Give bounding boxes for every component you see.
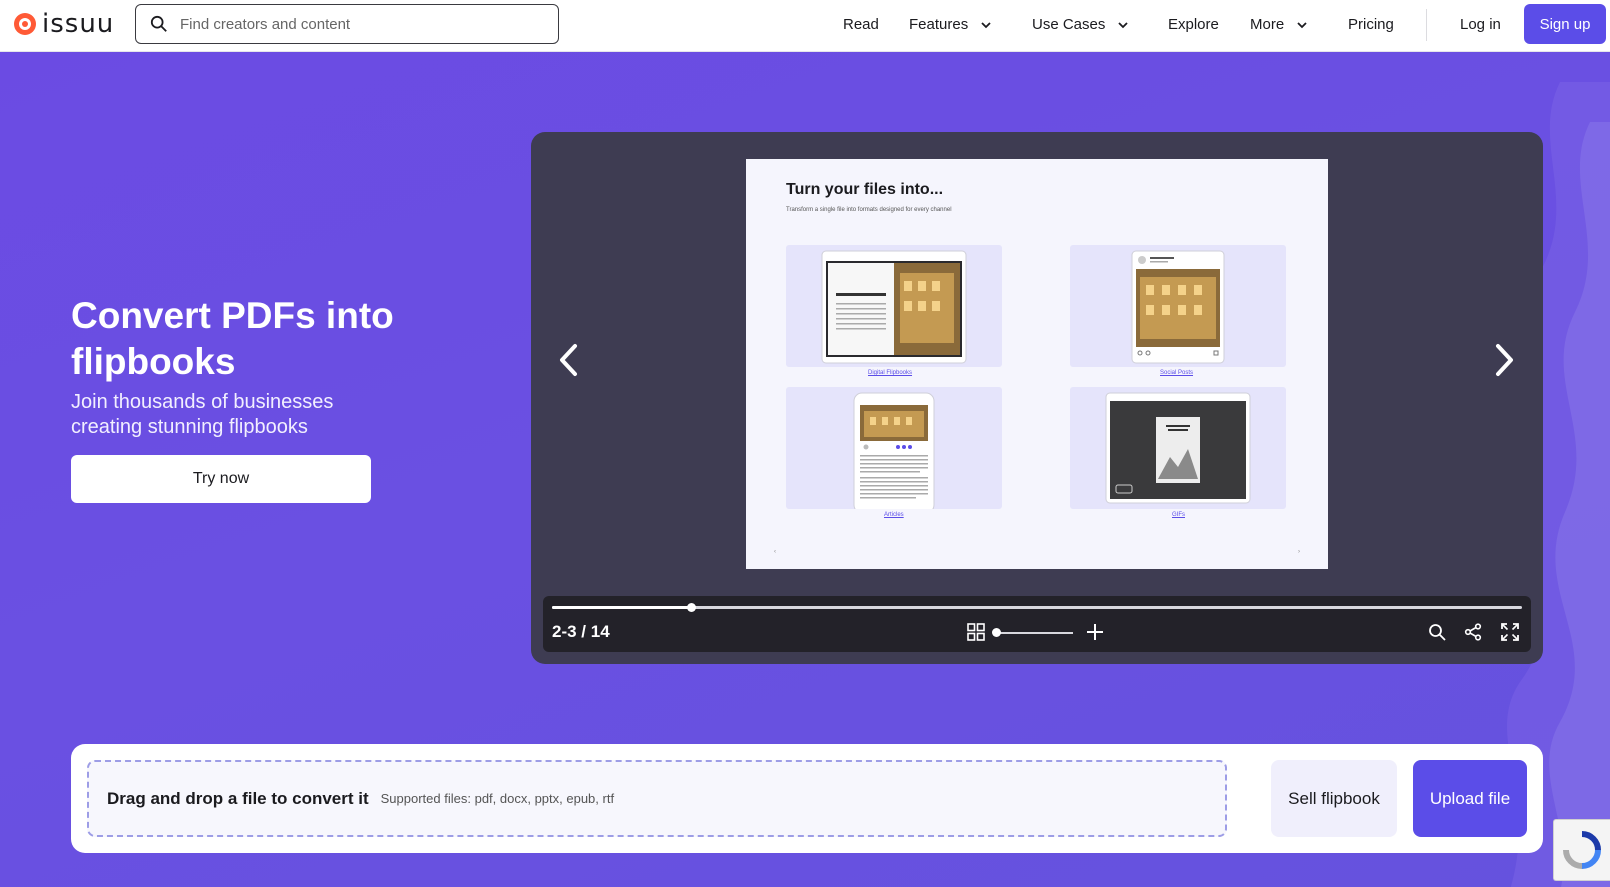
recaptcha-badge[interactable] xyxy=(1553,819,1610,881)
card-digital-flipbooks xyxy=(786,245,1002,367)
issuu-logo[interactable]: issuu xyxy=(14,11,114,37)
logo-text: issuu xyxy=(42,9,115,39)
chevron-down-icon xyxy=(981,21,991,28)
nav-divider xyxy=(1426,9,1427,41)
flipbook-page[interactable]: Turn your files into... Transform a sing… xyxy=(746,159,1328,569)
nav-more-label: More xyxy=(1250,16,1285,33)
file-dropzone[interactable]: Drag and drop a file to convert it Suppo… xyxy=(87,760,1227,837)
card-label-articles[interactable]: Articles xyxy=(884,512,904,518)
page-progress-fill xyxy=(552,606,691,609)
flipbook-thumbnail xyxy=(821,250,967,364)
search-input[interactable] xyxy=(180,15,540,33)
chevron-down-icon xyxy=(1297,21,1307,28)
chevron-down-icon xyxy=(1118,21,1128,28)
viewer-toolbar: 2-3 / 14 xyxy=(543,596,1531,652)
page-counter: 2-3 / 14 xyxy=(552,622,610,641)
nav-explore[interactable]: Explore xyxy=(1168,16,1219,33)
login-link[interactable]: Log in xyxy=(1460,16,1501,33)
zoom-slider[interactable] xyxy=(993,632,1073,634)
card-label-social-posts[interactable]: Social Posts xyxy=(1160,370,1193,376)
zoom-slider-handle[interactable] xyxy=(992,628,1001,637)
next-page-icon[interactable] xyxy=(1490,342,1518,378)
page-heading: Turn your files into... xyxy=(786,181,944,198)
hero-title: Convert PDFs into flipbooks xyxy=(71,295,394,382)
card-gifs xyxy=(1070,387,1286,509)
sell-flipbook-button[interactable]: Sell flipbook xyxy=(1271,760,1397,837)
card-articles xyxy=(786,387,1002,509)
signup-button[interactable]: Sign up xyxy=(1524,4,1606,44)
dropzone-title: Drag and drop a file to convert it xyxy=(107,788,369,808)
fullscreen-icon[interactable] xyxy=(1501,623,1519,641)
article-thumbnail xyxy=(853,392,935,509)
share-icon[interactable] xyxy=(1464,623,1482,641)
gif-thumbnail xyxy=(1105,392,1251,504)
search-icon xyxy=(150,15,167,32)
hero-subtitle: Join thousands of businesses creating st… xyxy=(71,391,334,438)
card-label-gifs[interactable]: GIFs xyxy=(1172,512,1185,518)
page-progress-slider[interactable] xyxy=(552,603,1522,612)
nav-use-cases-label: Use Cases xyxy=(1032,16,1106,33)
page-prev-arrow-icon: ‹ xyxy=(774,549,776,555)
zoom-in-icon[interactable] xyxy=(1086,623,1104,641)
recaptcha-icon xyxy=(1563,831,1601,869)
supported-files-text: Supported files: pdf, docx, pptx, epub, … xyxy=(380,791,615,806)
upload-panel: Drag and drop a file to convert it Suppo… xyxy=(71,744,1543,853)
grid-view-icon[interactable] xyxy=(967,623,985,641)
nav-features-label: Features xyxy=(909,16,969,33)
page-progress-handle[interactable] xyxy=(686,603,696,612)
nav-use-cases[interactable]: Use Cases xyxy=(1032,16,1129,33)
issuu-logo-icon xyxy=(14,13,36,35)
nav-read[interactable]: Read xyxy=(843,16,879,33)
previous-page-icon[interactable] xyxy=(555,342,583,378)
card-social-posts xyxy=(1070,245,1286,367)
top-header: issuu Read Features Use Cases Explore Mo… xyxy=(0,0,1610,52)
upload-file-button[interactable]: Upload file xyxy=(1413,760,1527,837)
search-icon[interactable] xyxy=(1428,623,1446,641)
try-now-button[interactable]: Try now xyxy=(71,455,371,503)
nav-features[interactable]: Features xyxy=(909,16,992,33)
page-next-arrow-icon: › xyxy=(1298,549,1300,555)
nav-more[interactable]: More xyxy=(1250,16,1308,33)
page-subheading: Transform a single file into formats des… xyxy=(786,207,952,213)
card-label-digital-flipbooks[interactable]: Digital Flipbooks xyxy=(868,370,912,376)
search-bar[interactable] xyxy=(135,4,559,44)
social-post-thumbnail xyxy=(1131,250,1225,364)
nav-pricing[interactable]: Pricing xyxy=(1348,16,1394,33)
